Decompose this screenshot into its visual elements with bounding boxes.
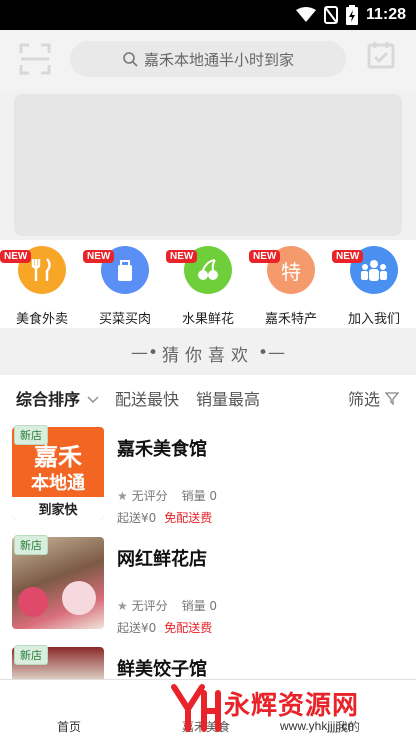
guess-title: 猜你喜欢: [162, 345, 254, 366]
new-badge: NEW: [332, 250, 364, 263]
thumb-subtitle: 本地通: [31, 473, 85, 494]
category-label: 买菜买肉: [98, 312, 151, 327]
store-name: 嘉禾美食馆: [117, 439, 207, 460]
scan-icon: [19, 43, 51, 75]
sign-in-button[interactable]: [366, 40, 396, 80]
guess-you-like-heading: —• 猜你喜欢 •—: [0, 338, 416, 368]
store-name: 网红鲜花店: [117, 549, 207, 570]
new-badge: NEW: [0, 250, 32, 263]
top-header: 嘉禾本地通半小时到家: [0, 30, 416, 90]
rating-text: 无评分: [131, 489, 168, 503]
sort-best-selling[interactable]: 销量最高: [196, 386, 260, 410]
new-store-badge: 新店: [14, 535, 48, 555]
category-food-delivery[interactable]: NEW 美食外卖: [0, 246, 82, 327]
filter-button[interactable]: 筛选: [348, 386, 400, 410]
category-specialty[interactable]: 特 NEW 嘉禾特产: [249, 246, 331, 327]
new-store-badge: 新店: [14, 645, 48, 665]
divider-right: •—: [258, 343, 286, 363]
search-icon: [123, 52, 138, 67]
specialty-glyph: 特: [281, 259, 301, 284]
flower-bunch: [62, 581, 96, 615]
category-label: 美食外卖: [15, 312, 68, 327]
store-fees: 起送¥0 免配送费: [117, 509, 212, 526]
chevron-down-icon: [87, 396, 99, 404]
sort-fastest[interactable]: 配送最快: [115, 386, 179, 410]
category-join-us[interactable]: NEW 加入我们: [332, 246, 414, 327]
filter-label: 筛选: [348, 390, 381, 409]
watermark-url: www.yhkjjjj.cn: [280, 719, 355, 733]
store-card[interactable]: 新店 鲜美饺子馆: [0, 641, 416, 679]
free-delivery: 免配送费: [164, 621, 213, 635]
category-label: 嘉禾特产: [264, 312, 317, 327]
store-meta: ★ 无评分 销量 0: [117, 487, 217, 504]
category-grocery[interactable]: NEW 买菜买肉: [83, 246, 165, 327]
wifi-icon: [295, 7, 316, 22]
banner-carousel[interactable]: [14, 94, 402, 236]
store-name: 鲜美饺子馆: [117, 659, 207, 679]
battery-charging-icon: [345, 5, 358, 25]
sales-count: 销量 0: [181, 489, 218, 503]
rating-text: 无评分: [131, 599, 168, 613]
store-list: 嘉禾 本地通 到家快 新店 嘉禾美食馆 ★ 无评分 销量 0 起送¥0 免配送费…: [0, 415, 416, 679]
rating: ★ 无评分: [117, 487, 168, 504]
min-order: 起送¥0: [117, 511, 157, 525]
flower-bunch: [18, 587, 48, 617]
sort-default-label: 综合排序: [16, 390, 81, 409]
category-label: 水果鲜花: [181, 312, 234, 327]
scan-button[interactable]: [18, 42, 52, 76]
store-card[interactable]: 嘉禾 本地通 到家快 新店 嘉禾美食馆 ★ 无评分 销量 0 起送¥0 免配送费: [0, 421, 416, 531]
store-meta: ★ 无评分 销量 0: [117, 597, 217, 614]
sales-count: 销量 0: [181, 599, 218, 613]
rating: ★ 无评分: [117, 597, 168, 614]
tab-home[interactable]: 首页: [57, 718, 81, 735]
new-store-badge: 新店: [14, 425, 48, 445]
watermark-logo-icon: [171, 684, 221, 732]
store-fees: 起送¥0 免配送费: [117, 619, 212, 636]
category-label: 加入我们: [347, 312, 400, 327]
category-grid: NEW 美食外卖 NEW 买菜买肉 NEW 水果鲜花 特 NEW 嘉禾特产 NE…: [0, 240, 416, 328]
filter-icon: [384, 392, 400, 406]
free-delivery: 免配送费: [164, 511, 213, 525]
no-sim-icon: [323, 6, 338, 24]
new-badge: NEW: [166, 250, 198, 263]
status-time: 11:28: [365, 6, 406, 23]
search-placeholder: 嘉禾本地通半小时到家: [143, 50, 294, 69]
status-icons: 11:28: [295, 5, 406, 25]
sort-default[interactable]: 综合排序: [16, 386, 100, 410]
watermark-brand: 永辉资源网: [224, 691, 360, 721]
status-bar: 11:28: [0, 0, 416, 30]
min-order: 起送¥0: [117, 621, 157, 635]
new-badge: NEW: [83, 250, 115, 263]
calendar-check-icon: [367, 42, 395, 69]
thumb-slogan: 到家快: [38, 503, 78, 518]
star-icon: ★: [117, 599, 128, 613]
new-badge: NEW: [249, 250, 281, 263]
sort-bar: 综合排序 配送最快 销量最高 筛选: [0, 375, 416, 415]
watermark: 永辉资源网 www.yhkjjjj.cn: [168, 683, 408, 735]
search-bar[interactable]: 嘉禾本地通半小时到家: [70, 41, 346, 77]
star-icon: ★: [117, 489, 128, 503]
category-fruit-flowers[interactable]: NEW 水果鲜花: [166, 246, 248, 327]
store-card[interactable]: 新店 网红鲜花店 ★ 无评分 销量 0 起送¥0 免配送费: [0, 531, 416, 641]
divider-left: —•: [130, 343, 158, 363]
